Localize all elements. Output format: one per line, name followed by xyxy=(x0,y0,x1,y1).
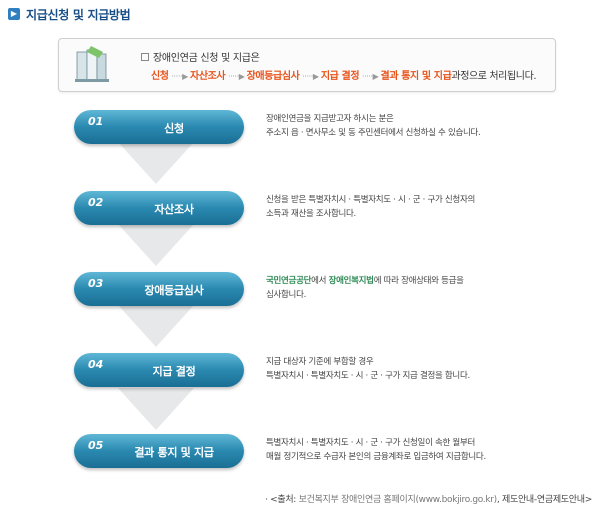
desc-line: 장애인연금을 지급받고자 하시는 분은 xyxy=(266,114,394,124)
section-bullet-icon: ▶ xyxy=(8,8,20,20)
flow-arrow-icon: ·····▶ xyxy=(302,72,321,81)
flow-step-4: 지급 결정 xyxy=(320,71,360,82)
step-name: 결과 통지 및 지급 xyxy=(134,446,214,459)
flow-arrow-icon: ·····▶ xyxy=(361,72,381,81)
summary-suffix: 과정으로 처리됩니다. xyxy=(451,71,537,82)
source-citation: · <출처: 보건복지부 장애인연금 홈페이지(www.bokjiro.go.k… xyxy=(265,492,592,505)
step-name: 자산조사 xyxy=(154,203,194,216)
section-title-text: 지급신청 및 지급방법 xyxy=(26,7,131,22)
desc-line: 지급 대상자 기준에 부합할 경우 xyxy=(266,357,374,367)
law-name: 장애인복지법 xyxy=(328,276,374,286)
step-number: 03 xyxy=(88,277,104,290)
step-pill: 03 장애등급심사 xyxy=(74,272,244,306)
summary-intro: 장애인연금 신청 및 지급은 xyxy=(141,49,260,64)
step-name: 신청 xyxy=(164,122,184,135)
step-name: 지급 결정 xyxy=(152,365,196,378)
step-04: 04 지급 결정 xyxy=(74,353,244,387)
desc-line: 심사합니다. xyxy=(266,290,307,300)
flow-arrow-icon: ·····▶ xyxy=(171,72,191,81)
desc-line: 특별자치시 · 특별자치도 · 시 · 군 · 구가 지급 결정을 합니다. xyxy=(266,371,470,381)
step-01: 01 신청 xyxy=(74,110,244,144)
summary-box: 장애인연금 신청 및 지급은 신청 ·····▶ 자산조사 ·····▶ 장애등… xyxy=(58,38,556,92)
step-02-description: 신청을 받은 특별자치시 · 특별자치도 · 시 · 군 · 구가 신청자의 소… xyxy=(266,193,586,221)
down-chevron-icon xyxy=(118,305,194,347)
desc-line: 신청을 받은 특별자치시 · 특별자치도 · 시 · 군 · 구가 신청자의 xyxy=(266,195,475,205)
step-number: 01 xyxy=(88,115,104,128)
flow-step-5: 결과 통지 및 지급 xyxy=(380,71,452,82)
step-01-description: 장애인연금을 지급받고자 하시는 분은 주소지 읍 · 면사무소 및 동 주민센… xyxy=(266,112,586,140)
step-03-description: 국민연금공단에서 장애인복지법에 따라 장애상태와 등급을 심사합니다. xyxy=(266,274,586,302)
step-05: 05 결과 통지 및 지급 xyxy=(74,434,244,468)
step-pill: 01 신청 xyxy=(74,110,244,144)
step-name: 장애등급심사 xyxy=(144,284,204,297)
source-path: , 제도안내-연금제도안내> xyxy=(496,495,592,505)
summary-flow: 신청 ·····▶ 자산조사 ·····▶ 장애등급심사 ·····▶ 지급 결… xyxy=(151,67,537,82)
summary-bullet-icon xyxy=(141,52,149,61)
desc-text: 에 따라 장애상태와 등급을 xyxy=(373,276,464,286)
flow-arrow-icon: ·····▶ xyxy=(228,72,247,81)
step-05-description: 특별자치시 · 특별자치도 · 시 · 군 · 구가 신청일이 속한 월부터 매… xyxy=(266,436,586,464)
step-number: 05 xyxy=(88,439,104,452)
source-site: 보건복지부 장애인연금 홈페이지(www.bokjiro.go.kr) xyxy=(298,495,498,505)
down-chevron-icon xyxy=(118,142,194,184)
step-pill: 05 결과 통지 및 지급 xyxy=(74,434,244,468)
step-number: 04 xyxy=(88,358,104,371)
step-02: 02 자산조사 xyxy=(74,191,244,225)
desc-line: 매월 정기적으로 수급자 본인의 금융계좌로 입금하여 지급합니다. xyxy=(266,452,486,462)
down-chevron-icon xyxy=(118,224,194,266)
step-pill: 04 지급 결정 xyxy=(74,353,244,387)
desc-line: 국민연금공단에서 장애인복지법에 따라 장애상태와 등급을 xyxy=(266,274,586,288)
org-name: 국민연금공단 xyxy=(266,276,312,286)
flow-step-2: 자산조사 xyxy=(190,71,226,82)
section-title: ▶ 지급신청 및 지급방법 xyxy=(8,6,131,22)
summary-intro-text: 장애인연금 신청 및 지급은 xyxy=(153,53,260,64)
step-number: 02 xyxy=(88,196,104,209)
step-pill: 02 자산조사 xyxy=(74,191,244,225)
books-icon xyxy=(75,46,109,82)
desc-text: 에서 xyxy=(311,276,329,286)
source-prefix: · <출처: xyxy=(264,495,299,505)
step-03: 03 장애등급심사 xyxy=(74,272,244,306)
desc-line: 특별자치시 · 특별자치도 · 시 · 군 · 구가 신청일이 속한 월부터 xyxy=(266,438,475,448)
down-chevron-icon xyxy=(118,388,194,430)
flow-step-3: 장애등급심사 xyxy=(246,71,300,82)
desc-line: 주소지 읍 · 면사무소 및 동 주민센터에서 신청하실 수 있습니다. xyxy=(266,128,481,138)
flow-step-1: 신청 xyxy=(151,71,169,82)
step-04-description: 지급 대상자 기준에 부합할 경우 특별자치시 · 특별자치도 · 시 · 군 … xyxy=(266,355,586,383)
desc-line: 소득과 재산을 조사합니다. xyxy=(266,209,356,219)
